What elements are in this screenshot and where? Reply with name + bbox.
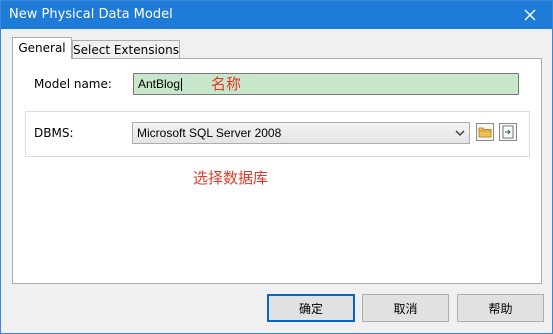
model-name-label: Model name:	[34, 77, 112, 91]
model-name-value: AntBlog	[138, 77, 181, 91]
name-annotation: 名称	[211, 75, 242, 93]
text-caret	[181, 78, 183, 92]
dbms-properties-button[interactable]	[499, 123, 517, 141]
folder-icon	[478, 127, 492, 138]
dialog-window: New Physical Data Model General Select E…	[0, 0, 553, 334]
database-annotation: 选择数据库	[193, 169, 269, 187]
close-icon	[524, 9, 536, 21]
dbms-label: DBMS:	[34, 126, 74, 140]
tab-general[interactable]: General	[12, 37, 72, 59]
browse-folder-button[interactable]	[476, 123, 494, 141]
tab-select-extensions[interactable]: Select Extensions	[72, 40, 180, 59]
dbms-select[interactable]: Microsoft SQL Server 2008	[132, 122, 470, 144]
help-button[interactable]: 帮助	[457, 294, 544, 322]
close-button[interactable]	[508, 1, 552, 29]
general-panel: Model name: AntBlog 名称 DBMS: Microsoft S…	[12, 58, 542, 284]
title-bar[interactable]: New Physical Data Model	[1, 1, 552, 29]
cancel-button[interactable]: 取消	[362, 294, 449, 322]
model-name-input[interactable]: AntBlog	[133, 73, 519, 95]
dbms-selected-value: Microsoft SQL Server 2008	[137, 126, 282, 140]
ok-button[interactable]: 确定	[267, 294, 355, 322]
chevron-down-icon	[455, 123, 465, 143]
window-title: New Physical Data Model	[9, 7, 173, 22]
properties-icon	[502, 125, 514, 139]
